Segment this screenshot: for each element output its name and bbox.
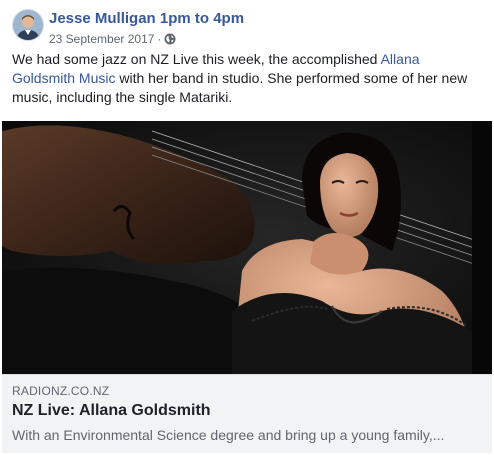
post-message: We had some jazz on NZ Live this week, t…: [12, 50, 484, 107]
author-name-link[interactable]: Jesse Mulligan 1pm to 4pm: [49, 10, 244, 27]
link-title[interactable]: NZ Live: Allana Goldsmith: [12, 402, 211, 420]
post-header: Jesse Mulligan 1pm to 4pm 23 September 2…: [12, 9, 482, 49]
musician-photo: [2, 121, 492, 374]
link-description: With an Environmental Science degree and…: [12, 427, 445, 443]
post-meta: 23 September 2017 ·: [49, 32, 176, 46]
meta-separator: ·: [157, 32, 162, 46]
link-domain: RADIONZ.CO.NZ: [12, 384, 110, 398]
post-text-intro: We had some jazz on NZ Live this week, t…: [12, 51, 381, 67]
globe-icon: [164, 33, 176, 45]
shared-link-image[interactable]: [2, 121, 492, 374]
post-date[interactable]: 23 September 2017: [49, 32, 154, 46]
link-preview-card[interactable]: RADIONZ.CO.NZ NZ Live: Allana Goldsmith …: [2, 374, 492, 453]
facebook-post: Jesse Mulligan 1pm to 4pm 23 September 2…: [0, 0, 494, 455]
author-avatar[interactable]: [12, 9, 44, 41]
